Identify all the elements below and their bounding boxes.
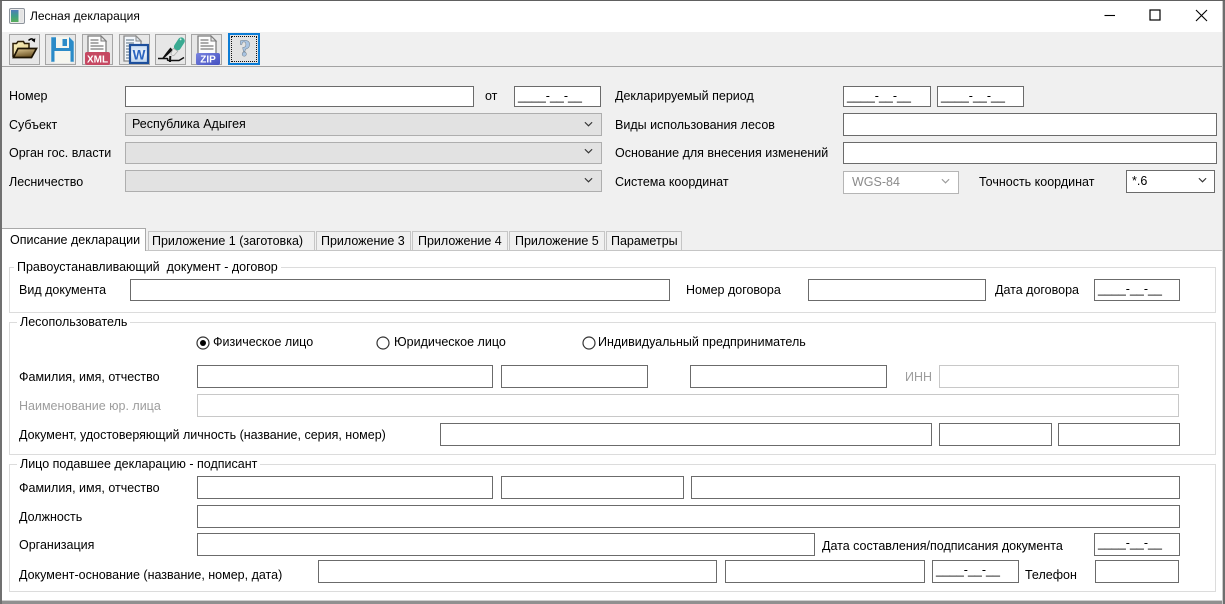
- svg-text:ZIP: ZIP: [200, 55, 216, 66]
- svg-text:?: ?: [239, 36, 251, 61]
- svg-text:XML: XML: [87, 55, 108, 66]
- svg-text:W: W: [133, 48, 146, 63]
